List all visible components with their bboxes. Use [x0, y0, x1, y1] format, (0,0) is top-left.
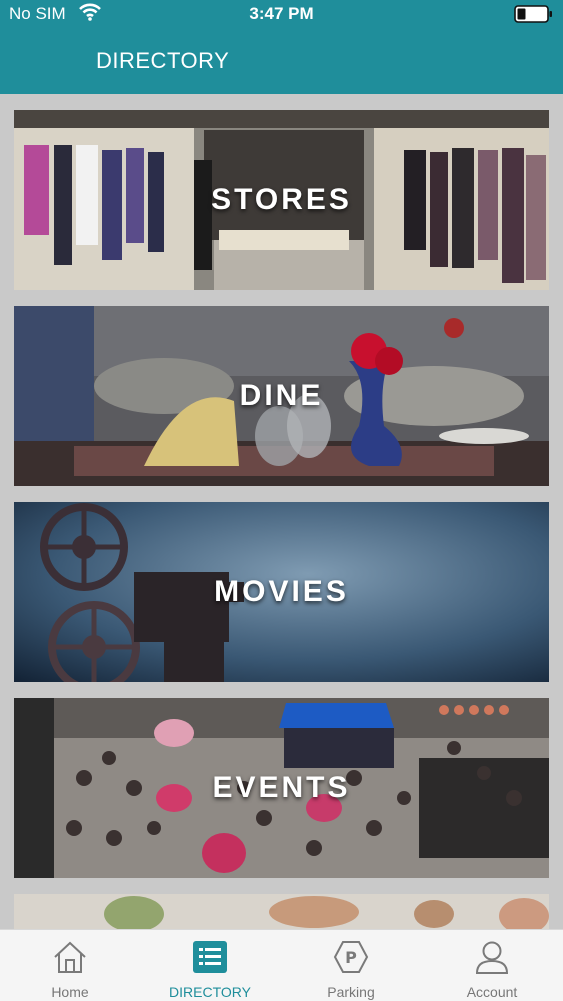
app-header: No SIM 3:47 PM DIRECTORY — [0, 0, 563, 94]
events-label: EVENTS — [212, 771, 351, 804]
tab-account-label: Account — [466, 984, 518, 1000]
bottom-tab-bar: Home DIRECTORY P Parking Account — [0, 929, 563, 1001]
status-time: 3:47 PM — [249, 4, 314, 23]
page-title: DIRECTORY — [96, 48, 230, 73]
tab-directory-label: DIRECTORY — [169, 984, 251, 1000]
tab-parking-label: Parking — [327, 984, 375, 1000]
account-icon — [474, 940, 510, 979]
parking-icon: P — [333, 940, 369, 979]
movies-label: MOVIES — [214, 575, 349, 608]
tab-home-label: Home — [51, 984, 89, 1000]
home-icon — [52, 940, 88, 979]
next-tile-image — [14, 894, 549, 929]
status-bar: No SIM 3:47 PM — [0, 0, 563, 30]
tab-parking[interactable]: P Parking — [281, 930, 421, 1001]
tab-account[interactable]: Account — [422, 930, 562, 1001]
tab-home[interactable]: Home — [0, 930, 140, 1001]
stores-tile[interactable]: STORES — [14, 110, 549, 290]
directory-list: STORES DINE MOVIES EVENTS — [0, 94, 563, 929]
tab-directory[interactable]: DIRECTORY — [140, 930, 280, 1001]
next-tile[interactable] — [14, 894, 549, 929]
list-icon — [192, 940, 228, 979]
dine-tile[interactable]: DINE — [14, 306, 549, 486]
dine-label: DINE — [239, 379, 324, 412]
battery-icon — [514, 5, 554, 23]
events-tile[interactable]: EVENTS — [14, 698, 549, 878]
stores-label: STORES — [211, 183, 352, 216]
movies-tile[interactable]: MOVIES — [14, 502, 549, 682]
svg-text:P: P — [345, 948, 357, 967]
